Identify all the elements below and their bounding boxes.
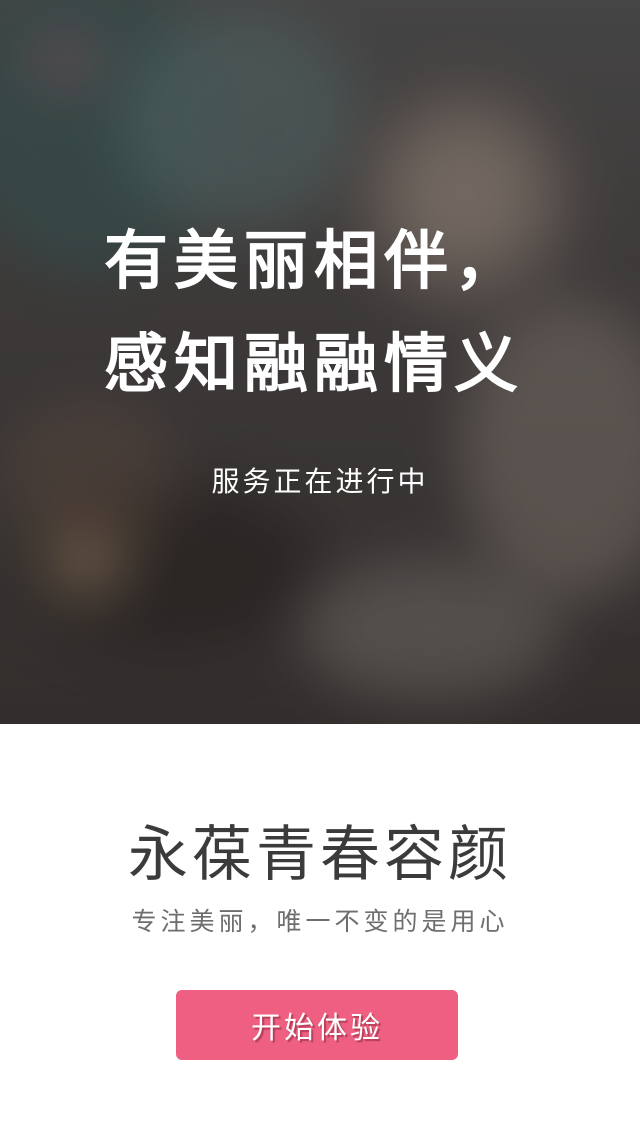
tagline-title: 永葆青春容颜 — [128, 820, 512, 890]
start-experience-button[interactable]: 开始体验 — [176, 990, 458, 1060]
hero-headline-line1: 有美丽相伴， — [104, 224, 524, 299]
service-status-text: 服务正在进行中 — [211, 465, 429, 498]
hero-headline-line2: 感知融融情义 — [104, 327, 524, 402]
hero-banner: 有美丽相伴， 感知融融情义 服务正在进行中 — [0, 0, 640, 724]
tagline-subtitle: 专注美丽，唯一不变的是用心 — [131, 907, 509, 936]
